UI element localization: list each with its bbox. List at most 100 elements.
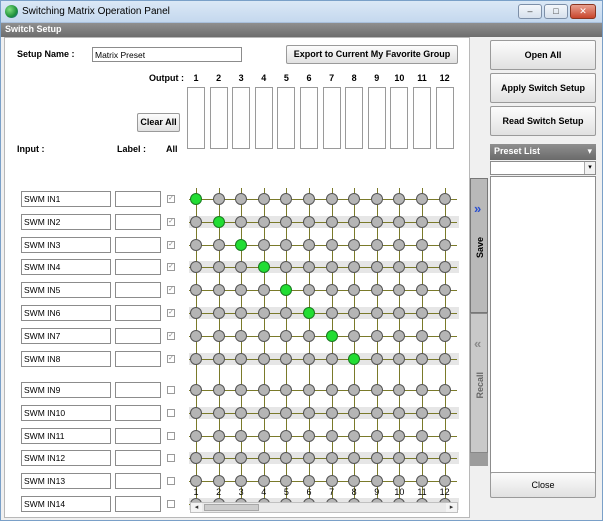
crosspoint-off[interactable] — [416, 429, 428, 442]
all-checkbox[interactable] — [167, 431, 175, 440]
crosspoint-off[interactable] — [257, 406, 270, 419]
crosspoint-on[interactable] — [190, 193, 202, 205]
crosspoint-off[interactable] — [280, 329, 293, 342]
crosspoint-off[interactable] — [325, 238, 338, 251]
crosspoint-on[interactable] — [235, 238, 248, 251]
crosspoint-off[interactable] — [235, 329, 248, 342]
input-name-field[interactable]: SWM IN9 — [21, 382, 111, 398]
crosspoint-off[interactable] — [393, 284, 406, 297]
crosspoint-off[interactable] — [416, 406, 428, 419]
input-label-field[interactable] — [115, 427, 161, 444]
all-checkbox[interactable]: ✓ — [167, 286, 175, 295]
export-favorite-button[interactable]: Export to Current My Favorite Group — [286, 45, 458, 64]
scroll-thumb[interactable] — [204, 504, 259, 511]
input-label-field[interactable] — [115, 404, 161, 421]
crosspoint-off[interactable] — [235, 475, 248, 488]
input-label-field[interactable] — [115, 382, 161, 398]
crosspoint-off[interactable] — [212, 307, 225, 319]
crosspoint-off[interactable] — [280, 475, 293, 488]
all-checkbox[interactable]: ✓ — [167, 240, 175, 249]
all-checkbox[interactable]: ✓ — [167, 217, 175, 226]
crosspoint-off[interactable] — [190, 284, 202, 297]
crosspoint-off[interactable] — [325, 352, 338, 365]
crosspoint-off[interactable] — [280, 193, 293, 205]
crosspoint-off[interactable] — [303, 238, 315, 251]
crosspoint-off[interactable] — [212, 193, 225, 205]
crosspoint-off[interactable] — [190, 429, 202, 442]
crosspoint-off[interactable] — [190, 406, 202, 419]
output-label-field[interactable] — [345, 87, 364, 149]
preset-list[interactable] — [490, 176, 596, 486]
crosspoint-off[interactable] — [416, 352, 428, 365]
crosspoint-off[interactable] — [212, 452, 225, 465]
crosspoint-off[interactable] — [348, 329, 361, 342]
crosspoint-off[interactable] — [257, 307, 270, 319]
crosspoint-off[interactable] — [370, 329, 383, 342]
crosspoint-off[interactable] — [235, 406, 248, 419]
crosspoint-off[interactable] — [348, 406, 361, 419]
crosspoint-off[interactable] — [438, 452, 451, 465]
tab-save[interactable]: » Save — [470, 178, 488, 313]
crosspoint-off[interactable] — [325, 384, 338, 396]
crosspoint-off[interactable] — [212, 329, 225, 342]
input-name-field[interactable]: SWM IN5 — [21, 282, 111, 299]
crosspoint-off[interactable] — [370, 429, 383, 442]
input-label-field[interactable] — [115, 350, 161, 367]
crosspoint-off[interactable] — [325, 284, 338, 297]
crosspoint-off[interactable] — [190, 307, 202, 319]
crosspoint-off[interactable] — [416, 329, 428, 342]
crosspoint-off[interactable] — [393, 238, 406, 251]
crosspoint-off[interactable] — [303, 384, 315, 396]
crosspoint-off[interactable] — [416, 215, 428, 228]
maximize-button[interactable]: □ — [544, 4, 568, 19]
crosspoint-off[interactable] — [370, 384, 383, 396]
crosspoint-off[interactable] — [438, 307, 451, 319]
crosspoint-off[interactable] — [257, 384, 270, 396]
output-label-field[interactable] — [277, 87, 296, 149]
output-label-field[interactable] — [367, 87, 386, 149]
crosspoint-off[interactable] — [438, 406, 451, 419]
output-label-field[interactable] — [209, 87, 228, 149]
input-label-field[interactable] — [115, 282, 161, 299]
preset-list-header[interactable]: Preset List ▾ — [490, 144, 596, 160]
output-label-field[interactable] — [322, 87, 341, 149]
crosspoint-off[interactable] — [416, 475, 428, 488]
crosspoint-off[interactable] — [212, 261, 225, 274]
crosspoint-off[interactable] — [416, 238, 428, 251]
scroll-right-icon[interactable]: ▸ — [446, 503, 457, 512]
output-label-field[interactable] — [187, 87, 205, 149]
minimize-button[interactable]: – — [518, 4, 542, 19]
crosspoint-off[interactable] — [438, 284, 451, 297]
crosspoint-off[interactable] — [280, 429, 293, 442]
input-label-field[interactable] — [115, 327, 161, 344]
crosspoint-off[interactable] — [370, 352, 383, 365]
crosspoint-off[interactable] — [348, 238, 361, 251]
crosspoint-off[interactable] — [257, 352, 270, 365]
crosspoint-off[interactable] — [325, 307, 338, 319]
crosspoint-off[interactable] — [393, 475, 406, 488]
crosspoint-off[interactable] — [370, 284, 383, 297]
input-name-field[interactable]: SWM IN6 — [21, 305, 111, 321]
crosspoint-off[interactable] — [438, 238, 451, 251]
crosspoint-off[interactable] — [303, 193, 315, 205]
input-label-field[interactable] — [115, 473, 161, 490]
crosspoint-off[interactable] — [303, 215, 315, 228]
crosspoint-off[interactable] — [212, 352, 225, 365]
crosspoint-off[interactable] — [348, 193, 361, 205]
crosspoint-off[interactable] — [416, 284, 428, 297]
crosspoint-on[interactable] — [212, 215, 225, 228]
crosspoint-off[interactable] — [303, 284, 315, 297]
crosspoint-off[interactable] — [393, 352, 406, 365]
crosspoint-off[interactable] — [190, 215, 202, 228]
crosspoint-off[interactable] — [438, 193, 451, 205]
crosspoint-off[interactable] — [348, 475, 361, 488]
crosspoint-off[interactable] — [235, 284, 248, 297]
close-button[interactable]: Close — [490, 472, 596, 498]
input-name-field[interactable]: SWM IN11 — [21, 427, 111, 444]
input-name-field[interactable]: SWM IN12 — [21, 450, 111, 467]
crosspoint-off[interactable] — [325, 452, 338, 465]
crosspoint-off[interactable] — [325, 215, 338, 228]
all-checkbox[interactable] — [167, 408, 175, 417]
crosspoint-off[interactable] — [257, 475, 270, 488]
output-label-field[interactable] — [435, 87, 454, 149]
